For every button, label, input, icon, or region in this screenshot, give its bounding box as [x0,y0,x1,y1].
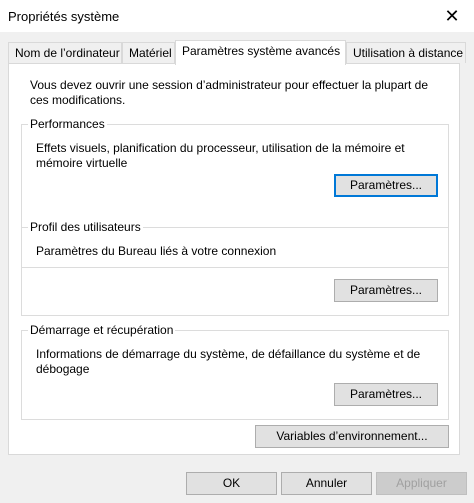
tab-strip: Nom de l’ordinateur Matériel Paramètres … [8,40,466,65]
admin-notice: Vous devez ouvrir une session d’administ… [30,78,429,107]
user-profiles-settings-label: Paramètres... [349,283,423,297]
performance-settings-button[interactable]: Paramètres... [334,174,438,197]
apply-label: Appliquer [396,476,447,490]
performance-description: Effets visuels, planification du process… [36,141,405,170]
cancel-button[interactable]: Annuler [281,472,372,495]
user-profiles-description: Paramètres du Bureau liés à votre connex… [36,244,277,258]
tab-panel-advanced: Vous devez ouvrir une session d’administ… [8,63,460,455]
ok-label: OK [222,476,241,490]
tab-hardware[interactable]: Matériel [122,42,175,63]
startup-recovery-settings-label: Paramètres... [349,387,423,401]
user-profiles-group-title: Profil des utilisateurs [28,220,143,234]
environment-variables-label: Variables d’environnement... [276,429,428,443]
title-bar: Propriétés système ✕ [0,0,474,32]
user-profiles-settings-button[interactable]: Paramètres... [334,279,438,302]
close-icon[interactable]: ✕ [430,0,474,32]
startup-recovery-group-title: Démarrage et récupération [28,323,176,337]
environment-variables-button[interactable]: Variables d’environnement... [255,425,449,448]
user-profiles-group: Profil des utilisateurs Paramètres du Bu… [21,220,449,316]
cancel-label: Annuler [305,476,348,490]
window-title: Propriétés système [8,9,120,24]
tab-advanced-system-settings[interactable]: Paramètres système avancés [175,40,346,65]
startup-recovery-description: Informations de démarrage du système, de… [36,347,421,376]
tab-computer-name[interactable]: Nom de l’ordinateur [8,42,122,63]
apply-button[interactable]: Appliquer [376,472,467,495]
startup-recovery-group: Démarrage et récupération Informations d… [21,323,449,420]
performance-group-title: Performances [28,117,107,131]
system-properties-window: Propriétés système ✕ Nom de l’ordinateur… [0,0,474,503]
ok-button[interactable]: OK [186,472,277,495]
startup-recovery-settings-button[interactable]: Paramètres... [334,383,438,406]
tab-remote[interactable]: Utilisation à distance [346,42,466,63]
performance-settings-label: Paramètres... [349,178,423,192]
